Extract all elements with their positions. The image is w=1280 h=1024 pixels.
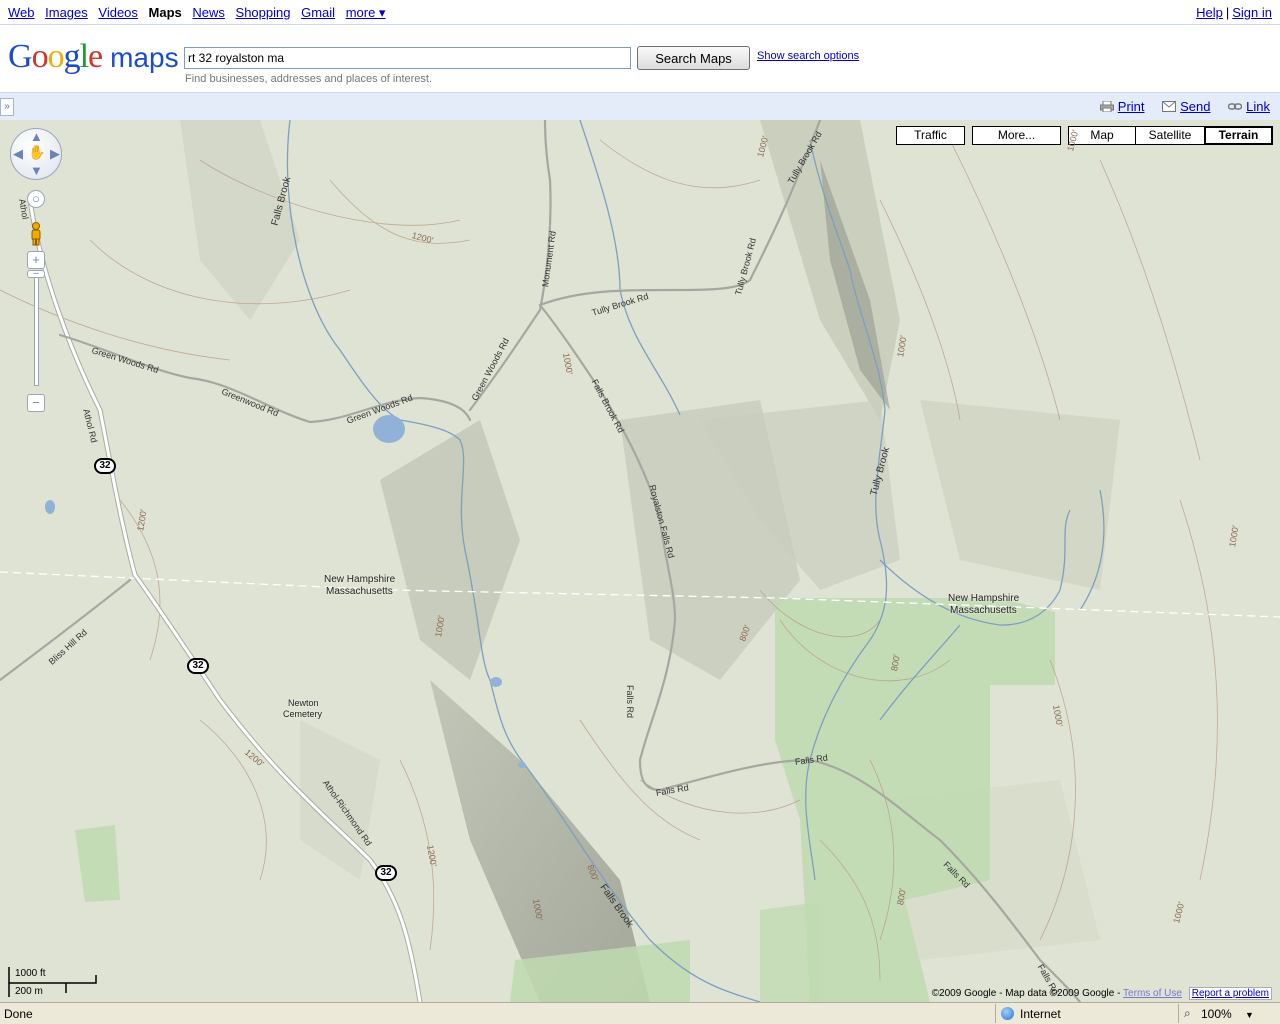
road-label: Falls Rd — [625, 685, 635, 719]
nav-images[interactable]: Images — [45, 5, 88, 20]
cemetery-label-line1: Newton — [288, 698, 319, 708]
nav-maps-current: Maps — [148, 5, 182, 20]
traffic-button[interactable]: Traffic — [896, 126, 965, 145]
pegman-icon[interactable] — [29, 222, 43, 246]
terms-of-use-link[interactable]: Terms of Use — [1123, 988, 1182, 999]
search-input[interactable] — [184, 47, 631, 69]
envelope-icon — [1162, 101, 1177, 112]
browser-status-bar: Done Internet ⌕ 100% ▼ — [0, 1002, 1280, 1024]
nav-links: Web Images Videos Maps News Shopping Gma… — [8, 5, 392, 21]
top-navigation: Web Images Videos Maps News Shopping Gma… — [0, 0, 1280, 25]
magnifier-icon: ⌕ — [1184, 1006, 1191, 1020]
separator: | — [1225, 5, 1230, 20]
browser-zoom[interactable]: ⌕ 100% ▼ — [1178, 1004, 1278, 1023]
nav-news[interactable]: News — [192, 5, 225, 20]
link-link[interactable]: Link — [1228, 99, 1270, 114]
print-label: Print — [1117, 99, 1145, 114]
reset-view-icon[interactable]: ○ — [27, 190, 45, 208]
show-search-options-link[interactable]: Show search options — [757, 50, 859, 62]
search-maps-button[interactable]: Search Maps — [637, 46, 750, 70]
scale-metric: 200 m — [15, 986, 43, 997]
route-shield: 32 — [375, 865, 397, 881]
copyright-text: ©2009 Google - Map data ©2009 Google - — [931, 988, 1121, 999]
globe-icon — [1001, 1007, 1014, 1020]
zoom-in-icon[interactable]: + — [27, 251, 45, 269]
logo-letter: g — [63, 38, 81, 75]
logo-letter: o — [31, 38, 49, 75]
state-label-nh-east: New Hampshire — [948, 593, 1020, 604]
nav-more[interactable]: more ▾ — [346, 5, 386, 20]
link-label: Link — [1246, 99, 1270, 114]
route-shield: 32 — [94, 458, 116, 474]
zoom-level: 100% — [1201, 1007, 1232, 1021]
send-link[interactable]: Send — [1162, 99, 1211, 114]
terrain-layer — [0, 120, 1280, 1002]
report-problem-link[interactable]: Report a problem — [1188, 987, 1272, 1000]
state-label-ma-west: Massachusetts — [326, 586, 393, 597]
pan-right-icon[interactable]: ▶ — [50, 146, 60, 162]
more-layers-button[interactable]: More... — [972, 126, 1061, 145]
satellite-view-button[interactable]: Satellite — [1135, 126, 1205, 145]
send-label: Send — [1180, 99, 1211, 114]
terrain-view-button[interactable]: Terrain — [1204, 126, 1273, 145]
google-maps-logo[interactable]: Google maps — [8, 38, 179, 76]
state-label-nh-west: New Hampshire — [324, 574, 396, 585]
nav-gmail[interactable]: Gmail — [301, 5, 335, 20]
nav-videos[interactable]: Videos — [98, 5, 138, 20]
print-link[interactable]: Print — [1099, 99, 1145, 114]
state-label-ma-east: Massachusetts — [950, 605, 1017, 616]
pan-control[interactable]: ▲ ◀ ▶ ▼ ✋ — [10, 128, 62, 180]
zoom-control: ○ + – − — [27, 188, 45, 414]
nav-web[interactable]: Web — [8, 5, 35, 20]
security-zone: Internet — [995, 1004, 1175, 1023]
nav-shopping[interactable]: Shopping — [236, 5, 291, 20]
status-text: Done — [4, 1007, 33, 1021]
scale-imperial: 1000 ft — [15, 968, 46, 979]
map-toolbar: » Print Send Link — [0, 92, 1280, 120]
zone-label: Internet — [1020, 1007, 1061, 1021]
chain-link-icon — [1228, 103, 1243, 110]
pan-left-icon[interactable]: ◀ — [13, 146, 23, 162]
logo-maps-word: maps — [110, 42, 179, 73]
chevron-down-icon[interactable]: ▼ — [1245, 1010, 1254, 1020]
zoom-track[interactable] — [34, 276, 39, 386]
account-links: Help | Sign in — [1196, 5, 1272, 20]
zoom-out-icon[interactable]: − — [27, 394, 45, 412]
help-link[interactable]: Help — [1196, 5, 1223, 20]
pan-down-icon[interactable]: ▼ — [30, 163, 43, 178]
map-scale: 1000 ft 200 m — [8, 965, 98, 1001]
hand-icon: ✋ — [28, 144, 46, 160]
zoom-thumb[interactable]: – — [27, 269, 45, 279]
route-shield: 32 — [187, 658, 209, 674]
header: Googlemaps Search Maps Show search optio… — [0, 26, 1280, 92]
cemetery-label-line2: Cemetery — [283, 709, 323, 719]
logo-letter: G — [8, 38, 33, 75]
printer-icon — [1099, 101, 1114, 112]
signin-link[interactable]: Sign in — [1232, 5, 1272, 20]
search-hint: Find businesses, addresses and places of… — [185, 73, 433, 85]
toolbar-links: Print Send Link — [1086, 99, 1270, 114]
pan-up-icon[interactable]: ▲ — [30, 129, 43, 144]
logo-letter: l — [79, 38, 90, 75]
collapse-panel-button[interactable]: » — [0, 98, 14, 116]
map-canvas[interactable]: Traffic More... Map Satellite Terrain ▲ … — [0, 120, 1280, 1002]
map-copyright: ©2009 Google - Map data ©2009 Google - T… — [931, 987, 1272, 1000]
logo-letter: o — [47, 38, 65, 75]
logo-letter: e — [88, 38, 103, 75]
